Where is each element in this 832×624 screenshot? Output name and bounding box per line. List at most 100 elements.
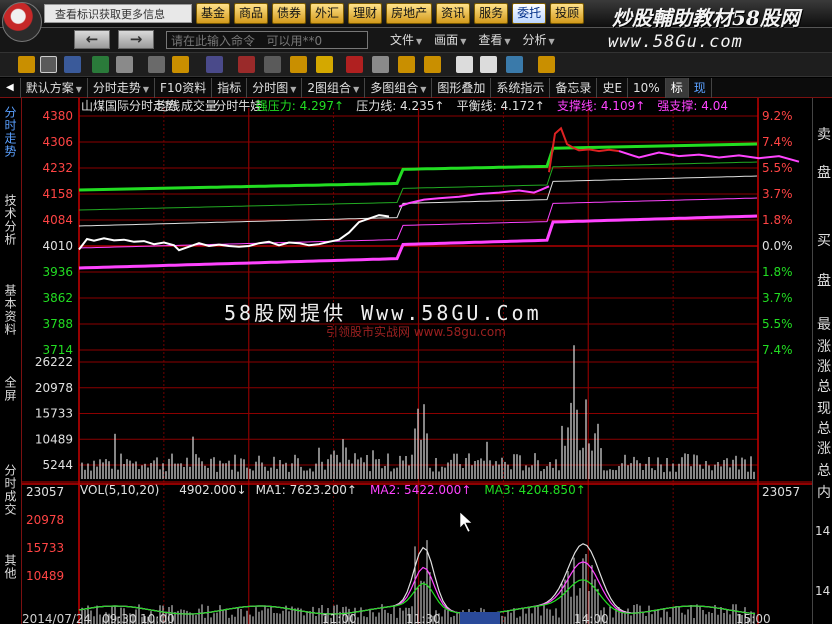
tab-3[interactable]: 指标 [212, 77, 248, 98]
right-panel-text-2: 买 [817, 233, 831, 249]
percent-tick-label: 7.4% [762, 343, 793, 357]
percent-tick-label: 5.5% [762, 317, 793, 331]
layout-icon[interactable] [18, 56, 35, 73]
percent-tick-label: 1.8% [762, 213, 793, 227]
nav-button-5[interactable]: 房地产 [386, 3, 433, 24]
right-panel-text-0: 卖 [817, 127, 831, 143]
menu-item-0[interactable]: 文件 ▼ [390, 31, 422, 49]
percent-tick-label: 9.2% [762, 109, 793, 123]
nav-button-2[interactable]: 债券 [272, 3, 307, 24]
nav-button-6[interactable]: 资讯 [436, 3, 471, 24]
tab-0[interactable]: 默认方案 ▼ [21, 77, 88, 98]
tab-9[interactable]: 备忘录 [550, 77, 598, 98]
left-tab-2[interactable]: 基本资料 [3, 284, 19, 336]
menu-item-2[interactable]: 查看 ▼ [478, 31, 510, 49]
top-nav: 基金 商品 债券 外汇 理财 房地产 资讯 服务 委托 投顾 [196, 3, 585, 24]
tab-label: F10资料 [160, 80, 207, 95]
forward-button[interactable]: → [118, 30, 154, 49]
angle-icon[interactable] [424, 56, 441, 73]
left-vertical-tabs: 分时走势技术分析基本资料全屏分时成交其他 [0, 98, 22, 624]
nav-button-9[interactable]: 投顾 [550, 3, 585, 24]
tab-label: 现 [693, 80, 706, 95]
chevron-down-icon: ▼ [353, 84, 360, 94]
trend-icon[interactable] [398, 56, 415, 73]
notice-field[interactable]: 查看标识获取更多信息 [44, 4, 192, 23]
image-icon[interactable] [372, 56, 389, 73]
right-panel-text-7: 总 [817, 379, 831, 395]
area-icon[interactable] [506, 56, 523, 73]
volume-tick-label: 10489 [35, 432, 73, 446]
price-tick-label: 3788 [42, 317, 73, 331]
tab-12[interactable]: 标 [665, 77, 689, 98]
tools-icon[interactable] [290, 56, 307, 73]
mark-icon[interactable] [346, 56, 363, 73]
tab-label: 系统指示 [496, 80, 545, 95]
volume-header-item-1: 4902.000↓ [179, 483, 246, 497]
tab-7[interactable]: 图形叠加 [432, 77, 492, 98]
tab-13[interactable]: 现 [689, 77, 712, 98]
left-tab-1[interactable]: 技术分析 [3, 194, 19, 246]
price-tick-label: 3862 [42, 291, 73, 305]
left-tab-3[interactable]: 全屏 [3, 376, 19, 402]
grid-icon[interactable] [64, 56, 81, 73]
nav-button-0[interactable]: 基金 [196, 3, 231, 24]
right-panel-text-4: 最 [817, 317, 831, 333]
candle-icon[interactable] [92, 56, 109, 73]
lower-right-tick-label: 23057 [762, 485, 800, 499]
right-panel-text-14: 14 [815, 584, 831, 598]
top-navigation-bar: 查看标识获取更多信息 基金 商品 债券 外汇 理财 房地产 资讯 服务 委托 投顾 炒股輔助教材5… [0, 0, 832, 42]
bars-icon[interactable] [172, 56, 189, 73]
tab-10[interactable]: 史E [597, 77, 629, 98]
dots-icon[interactable] [238, 56, 255, 73]
menu-item-1[interactable]: 画面 ▼ [434, 31, 466, 49]
alarm-icon[interactable] [316, 56, 333, 73]
window-icon[interactable] [116, 56, 133, 73]
tab-6[interactable]: 多图组合 ▼ [365, 77, 433, 98]
tab-2[interactable]: F10资料 [155, 77, 213, 98]
tab-11[interactable]: 10% [628, 77, 666, 98]
tab-left-arrow-icon[interactable]: ◀ [0, 77, 21, 98]
time-tick-label: 15:00 [736, 612, 771, 624]
book-icon[interactable] [480, 56, 497, 73]
stats-icon[interactable] [206, 56, 223, 73]
chevron-down-icon: ▼ [460, 37, 467, 46]
menu-item-3[interactable]: 分析 ▼ [523, 31, 555, 49]
nav-button-4[interactable]: 理财 [348, 3, 383, 24]
nav-button-8[interactable]: 委托 [512, 3, 547, 24]
mouse-cursor-icon [459, 511, 473, 533]
left-tab-0[interactable]: 分时走势 [3, 106, 19, 158]
menu-label: 画面 [434, 33, 459, 47]
tab-label: 2图组合 [307, 80, 352, 95]
tab-5[interactable]: 2图组合 ▼ [302, 77, 366, 98]
time-tick-label: 10:00 [140, 612, 175, 624]
left-tab-4[interactable]: 分时成交 [3, 464, 19, 516]
diamond-icon[interactable] [538, 56, 555, 73]
back-button[interactable]: ← [74, 30, 110, 49]
volume-tick-label: 20978 [35, 381, 73, 395]
price-tick-label: 4084 [42, 213, 73, 227]
right-quote-panel: 卖盘买盘最涨涨总现总涨总内 14 14 [812, 98, 832, 624]
left-tab-5[interactable]: 其他 [3, 554, 19, 580]
tab-8[interactable]: 系统指示 [491, 77, 551, 98]
intraday-chart[interactable]: 山煤国际分时走势 均线 成交量 分时牛娃 强压力: 4.297↑ 压力线: 4.235↑ 平… [22, 98, 812, 624]
command-input[interactable] [166, 31, 368, 49]
right-panel-text-11: 总 [817, 463, 831, 479]
pen-icon[interactable] [264, 56, 281, 73]
tab-1[interactable]: 分时走势 ▼ [88, 77, 156, 98]
lower-tick-label: 10489 [26, 569, 64, 583]
chart-icon[interactable] [40, 56, 57, 73]
right-panel-text-1: 盘 [817, 165, 831, 181]
tab-4[interactable]: 分时图 ▼ [247, 77, 303, 98]
right-panel-text-8: 现 [817, 401, 831, 417]
chart-header-item-2: 成交量 [181, 98, 217, 113]
watermark-subtext: 引领股市实战网 www.58gu.com [326, 324, 506, 339]
nav-button-1[interactable]: 商品 [234, 3, 269, 24]
volume-header-item-0: VOL(5,10,20) [80, 483, 159, 497]
move-icon[interactable] [148, 56, 165, 73]
page-icon[interactable] [456, 56, 473, 73]
app-logo-icon[interactable] [2, 2, 42, 42]
chart-header-item-1: 均线 [156, 99, 180, 113]
nav-button-7[interactable]: 服务 [474, 3, 509, 24]
menu-label: 查看 [478, 33, 503, 47]
nav-button-3[interactable]: 外汇 [310, 3, 345, 24]
